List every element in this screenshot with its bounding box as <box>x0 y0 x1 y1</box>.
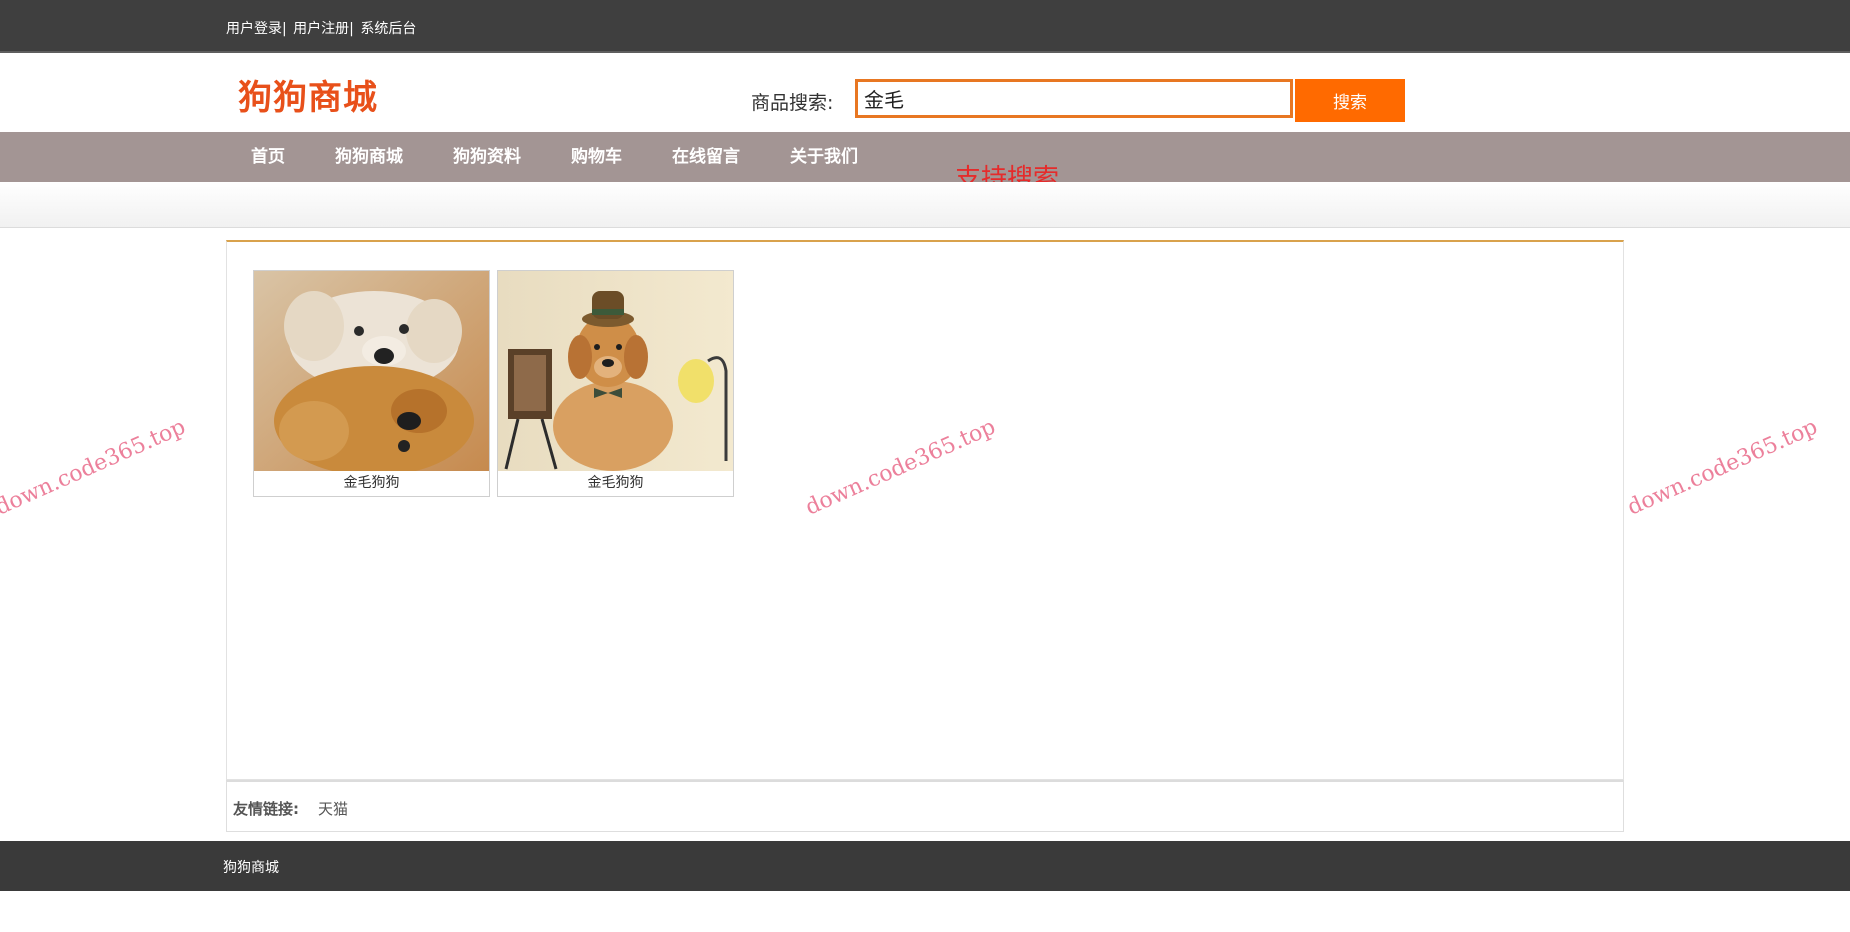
friend-links-bar: 友情链接: 天猫 <box>226 780 1624 832</box>
search-label: 商品搜索: <box>751 92 834 114</box>
login-link[interactable]: 用户登录 <box>226 21 282 37</box>
search-input[interactable] <box>855 79 1293 118</box>
product-image[interactable] <box>498 271 733 471</box>
footer: 狗狗商城 <box>0 841 1850 891</box>
product-list: 金毛狗狗 金毛狗狗 <box>253 270 741 497</box>
header-band <box>0 182 1850 228</box>
top-links: 用户登录| 用户注册| 系统后台 <box>226 18 416 38</box>
friend-link-tmall[interactable]: 天猫 <box>318 798 348 819</box>
site-logo[interactable]: 狗狗商城 <box>238 70 378 119</box>
product-name[interactable]: 金毛狗狗 <box>254 471 489 496</box>
separator: | <box>282 21 287 37</box>
product-name[interactable]: 金毛狗狗 <box>498 471 733 496</box>
nav-item-messages[interactable]: 在线留言 <box>672 132 740 182</box>
product-card[interactable]: 金毛狗狗 <box>497 270 734 497</box>
nav-item-home[interactable]: 首页 <box>251 132 285 182</box>
nav-item-shop[interactable]: 狗狗商城 <box>335 132 403 182</box>
nav-bar: 首页 狗狗商城 狗狗资料 购物车 在线留言 关于我们 <box>0 132 1850 182</box>
search-button[interactable]: 搜索 <box>1295 79 1405 122</box>
separator: | <box>349 21 354 37</box>
friend-links-label: 友情链接: <box>233 800 299 818</box>
product-card[interactable]: 金毛狗狗 <box>253 270 490 497</box>
nav-item-about[interactable]: 关于我们 <box>790 132 858 182</box>
nav-item-dog-info[interactable]: 狗狗资料 <box>453 132 521 182</box>
top-bar: 用户登录| 用户注册| 系统后台 <box>0 0 1850 53</box>
watermark: down.code365.top <box>1623 414 1822 521</box>
watermark: down.code365.top <box>0 414 190 521</box>
nav-item-cart[interactable]: 购物车 <box>571 132 622 182</box>
register-link[interactable]: 用户注册 <box>293 21 349 37</box>
main-nav: 首页 狗狗商城 狗狗资料 购物车 在线留言 关于我们 <box>251 132 908 182</box>
product-image[interactable] <box>254 271 489 471</box>
footer-text: 狗狗商城 <box>223 860 279 876</box>
main-content: 金毛狗狗 金毛狗狗 <box>226 240 1624 780</box>
admin-link[interactable]: 系统后台 <box>360 21 416 37</box>
